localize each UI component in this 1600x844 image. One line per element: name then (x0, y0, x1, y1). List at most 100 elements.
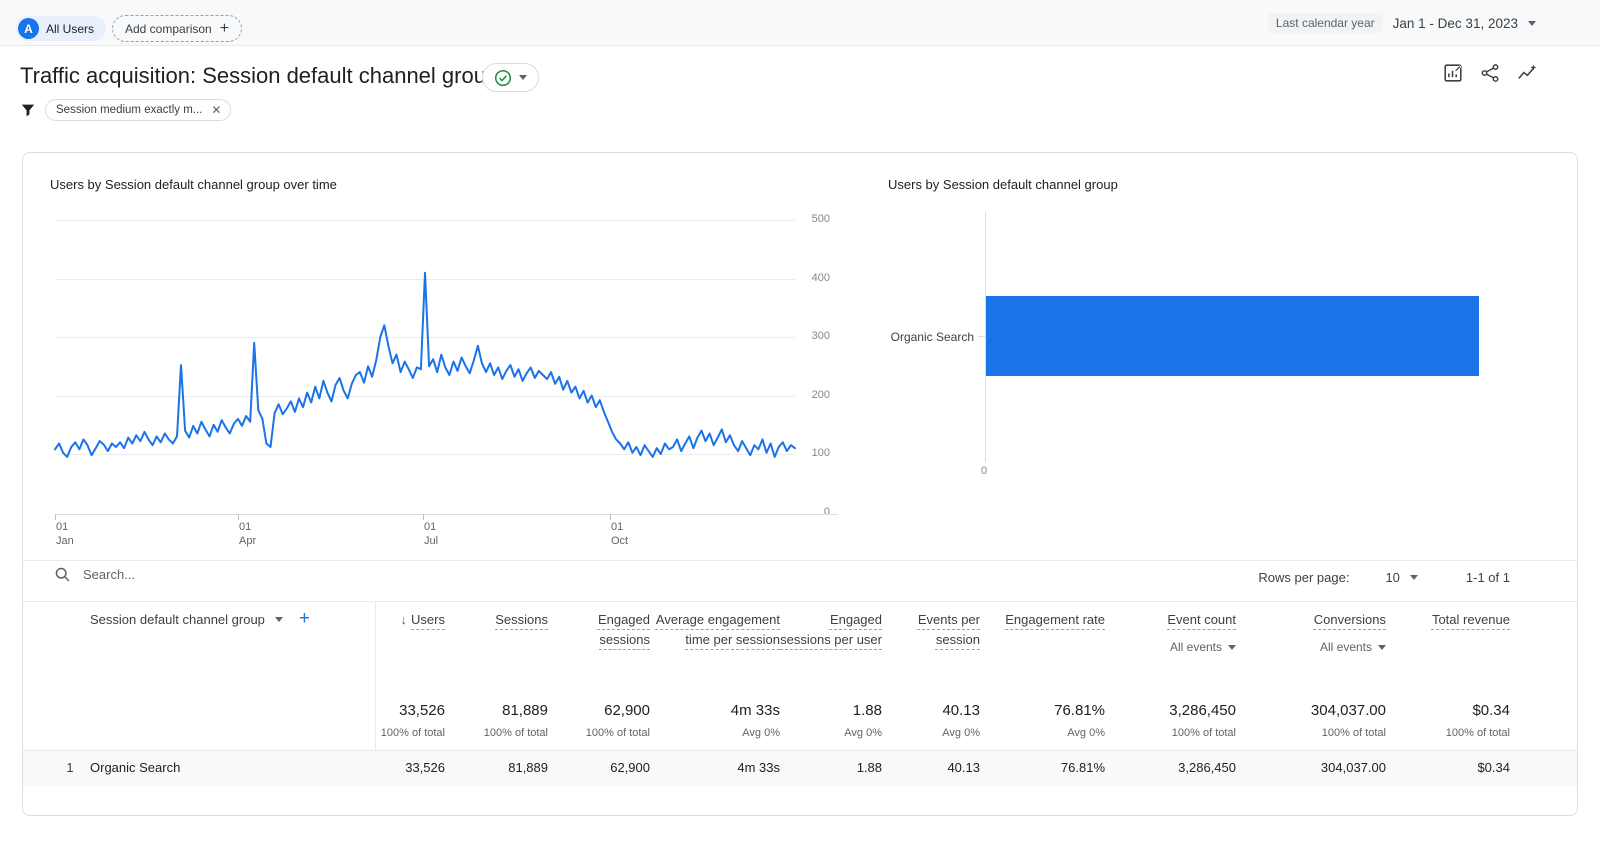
comparison-bar: A All Users Add comparison + Last calend… (0, 0, 1600, 46)
chevron-down-icon (1378, 644, 1386, 650)
report-quality-pill[interactable] (482, 63, 539, 92)
chevron-down-icon (519, 75, 527, 80)
totals-cell: 76.81% Avg 0% (980, 702, 1105, 739)
row-metric-value: 4m 33s (737, 760, 780, 775)
plus-icon: + (219, 19, 230, 37)
add-comparison-label: Add comparison (125, 21, 212, 36)
col-header-sessions[interactable]: Sessions (445, 610, 548, 657)
totals-subtext: 100% of total (1445, 727, 1510, 739)
chevron-down-icon (1528, 20, 1536, 26)
totals-cell: 304,037.00 100% of total (1236, 702, 1386, 739)
dimension-header-label: Session default channel group (90, 612, 265, 627)
totals-cell: 81,889 100% of total (445, 702, 548, 739)
sort-descending-icon: ↓ (400, 612, 408, 627)
add-dimension-button[interactable]: + (299, 609, 310, 628)
check-circle-icon (494, 69, 512, 86)
totals-cell: 4m 33s Avg 0% (650, 702, 780, 739)
totals-value: 4m 33s (730, 702, 780, 719)
row-index: 1 (66, 760, 74, 775)
totals-subtext: 100% of total (380, 727, 445, 739)
row-metric-value: 33,526 (405, 760, 445, 775)
search-input[interactable] (83, 567, 403, 582)
all-users-label: All Users (46, 21, 95, 36)
row-metric-value: 40.13 (947, 760, 980, 775)
bar-chart-title: Users by Session default channel group (888, 177, 1118, 192)
customize-report-icon[interactable] (1442, 62, 1464, 84)
totals-cell: 3,286,450 100% of total (1105, 702, 1236, 739)
col-header-users[interactable]: ↓ Users (375, 610, 445, 657)
totals-value: 81,889 (502, 702, 548, 719)
totals-subtext: Avg 0% (742, 727, 780, 739)
totals-value: 76.81% (1054, 702, 1105, 719)
totals-cell: 62,900 100% of total (548, 702, 650, 739)
date-preset-badge: Last calendar year (1267, 13, 1383, 33)
share-icon[interactable] (1479, 62, 1501, 84)
date-range-text: Jan 1 - Dec 31, 2023 (1392, 15, 1518, 31)
totals-spacer (50, 702, 90, 739)
col-header-conversions[interactable]: Conversions All events (1236, 610, 1386, 657)
insights-icon[interactable] (1516, 62, 1538, 84)
col-header-average-engagement-time-per-session[interactable]: Average engagement time per session (650, 610, 780, 657)
line-chart-title: Users by Session default channel group o… (50, 177, 337, 192)
totals-value: 304,037.00 (1310, 702, 1386, 719)
table-header-divider (23, 601, 1577, 602)
totals-subtext: 100% of total (483, 727, 548, 739)
totals-subtext: 100% of total (1171, 727, 1236, 739)
col-header-event-count[interactable]: Event count All events (1105, 610, 1236, 657)
table-totals-row: 33,526 100% of total 81,889 100% of total 62… (50, 702, 1510, 739)
totals-value: $0.34 (1472, 702, 1510, 719)
rows-per-page-select[interactable]: 10 (1385, 570, 1399, 585)
segment-avatar: A (18, 18, 39, 39)
totals-cell: $0.34 100% of total (1386, 702, 1510, 739)
row-metric-value: 3,286,450 (1178, 760, 1236, 775)
totals-subtext: 100% of total (1321, 727, 1386, 739)
table-top-divider (23, 560, 1577, 561)
col-header-total-revenue[interactable]: Total revenue (1386, 610, 1510, 657)
page-title: Traffic acquisition: Session default cha… (20, 63, 499, 88)
table-row[interactable]: 1 Organic Search 33,526 81,889 62,900 4m 33s 1… (50, 760, 1510, 775)
ga4-traffic-acquisition-report: A All Users Add comparison + Last calend… (0, 0, 1600, 844)
row-metric-value: 62,900 (610, 760, 650, 775)
totals-value: 33,526 (399, 702, 445, 719)
row-dimension-value[interactable]: Organic Search (90, 760, 375, 775)
close-icon[interactable]: ✕ (211, 104, 221, 116)
row-metric-value: $0.34 (1477, 760, 1510, 775)
totals-subtext: Avg 0% (1067, 727, 1105, 739)
row-metric-value: 81,889 (508, 760, 548, 775)
totals-subtext: Avg 0% (844, 727, 882, 739)
dimension-header[interactable]: Session default channel group + (90, 609, 375, 657)
all-users-chip[interactable]: A All Users (16, 16, 107, 41)
chevron-down-icon[interactable] (274, 617, 283, 622)
totals-subtext: 100% of total (585, 727, 650, 739)
table-header-row: Session default channel group + ↓ Users Sess… (50, 609, 1510, 657)
row-number-header (50, 610, 90, 657)
totals-cell: 1.88 Avg 0% (780, 702, 882, 739)
row-metric-value: 304,037.00 (1320, 760, 1386, 775)
totals-value: 3,286,450 (1169, 702, 1236, 719)
row-metric-value: 76.81% (1060, 760, 1105, 775)
row-metric-value: 1.88 (856, 760, 882, 775)
chevron-down-icon (1228, 644, 1236, 650)
filter-icon (21, 104, 35, 117)
metric-event-filter[interactable]: All events (1320, 637, 1386, 657)
totals-value: 1.88 (852, 702, 882, 719)
col-header-events-per-session[interactable]: Events per session (882, 610, 980, 657)
pagination-range: 1-1 of 1 (1465, 570, 1510, 585)
filter-chip-label: Session medium exactly m... (56, 104, 203, 116)
totals-spacer (90, 702, 375, 739)
totals-cell: 33,526 100% of total (375, 702, 445, 739)
totals-value: 62,900 (604, 702, 650, 719)
metric-event-filter[interactable]: All events (1170, 637, 1236, 657)
search-icon (55, 567, 70, 582)
col-header-engagement-rate[interactable]: Engagement rate (980, 610, 1105, 657)
date-range-picker[interactable]: Last calendar year Jan 1 - Dec 31, 2023 (1267, 13, 1536, 33)
chevron-down-icon[interactable] (1409, 575, 1418, 580)
totals-cell: 40.13 Avg 0% (882, 702, 980, 739)
col-header-engaged-sessions-per-user[interactable]: Engaged sessions per user (780, 610, 882, 657)
add-comparison-button[interactable]: Add comparison + (112, 15, 243, 42)
filter-chip[interactable]: Session medium exactly m... ✕ (45, 99, 232, 121)
col-header-engaged-sessions[interactable]: Engaged sessions (548, 610, 650, 657)
rows-per-page-label: Rows per page: (1258, 570, 1350, 585)
totals-subtext: Avg 0% (942, 727, 980, 739)
totals-value: 40.13 (942, 702, 980, 719)
